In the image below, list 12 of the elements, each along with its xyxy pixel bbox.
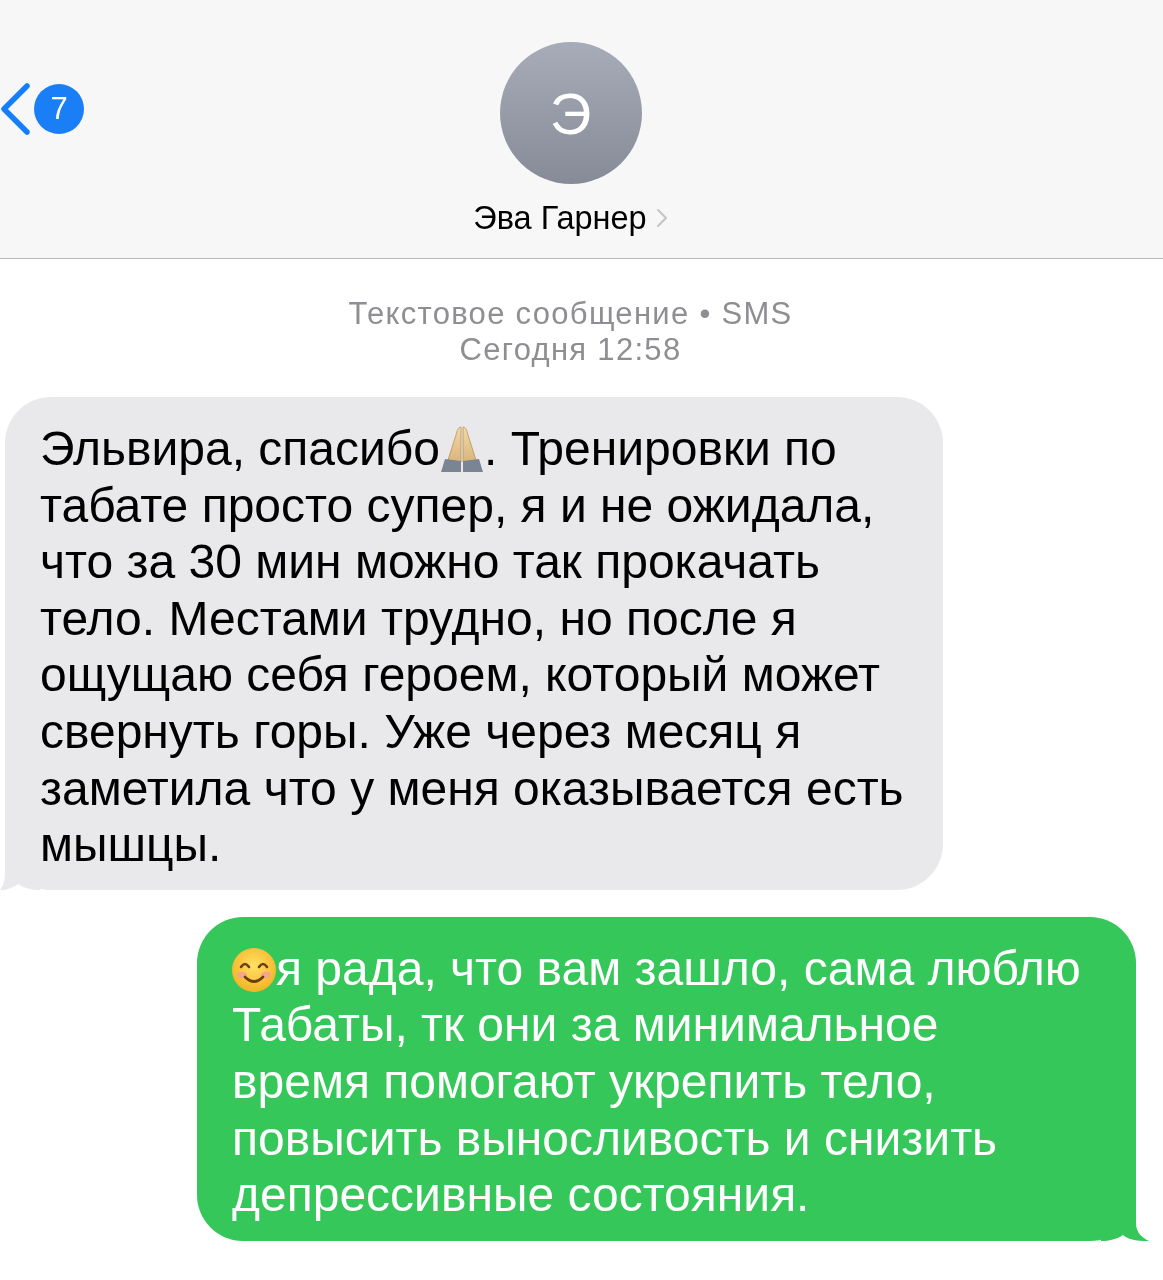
smiling-face-icon bbox=[232, 945, 276, 992]
chevron-right-icon bbox=[655, 208, 668, 228]
contact-name-button[interactable]: Эва Гарнер bbox=[473, 199, 668, 237]
message-service-label: Текстовое сообщение • SMS bbox=[348, 296, 793, 332]
unread-count-badge: 7 bbox=[34, 84, 84, 134]
message-text: Эльвира, спасибо . Тренировки по табате просто супер, я и не ожидала, что за 30 мин можно так прокачать тело. Местами трудно, но после я ощущаю себя героем, который может свернуть горы. Уже через месяц я заметила что у меня оказывается есть мышцы. bbox=[40, 421, 905, 874]
message-text: я рада, что вам зашло, сама люблю Табаты, тк они за минимальное время помогают укрепить тело, повысить выносливость и снизить депрессивные состояния. bbox=[232, 940, 1082, 1224]
folded-hands-icon bbox=[440, 426, 484, 472]
contact-avatar[interactable]: Э bbox=[499, 42, 642, 184]
back-button[interactable]: 7 bbox=[0, 83, 84, 135]
back-chevron-icon bbox=[0, 83, 30, 135]
message-timestamp: Сегодня 12:58 bbox=[459, 332, 682, 368]
